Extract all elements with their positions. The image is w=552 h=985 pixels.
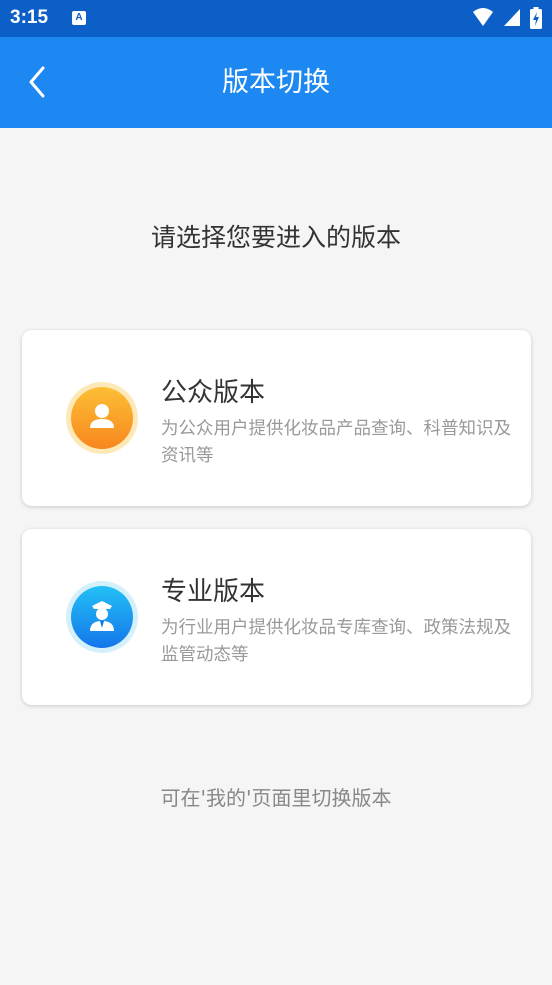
card-title: 公众版本 — [161, 378, 266, 408]
battery-icon — [530, 7, 542, 29]
officer-icon — [66, 581, 138, 653]
status-bar: 3:15 A — [0, 0, 552, 37]
status-time: 3:15 — [10, 7, 49, 28]
professional-version-card[interactable]: 专业版本 为行业用户提供化妆品专库查询、政策法规及监管动态等 — [22, 529, 531, 705]
status-icons — [468, 7, 542, 29]
chevron-left-icon — [29, 66, 45, 98]
card-title: 专业版本 — [161, 577, 266, 607]
version-prompt: 请选择您要进入的版本 — [150, 223, 401, 252]
switch-version-hint: 可在'我的'页面里切换版本 — [160, 786, 392, 810]
app-bar: 版本切换 — [0, 37, 552, 128]
public-version-card[interactable]: 公众版本 为公众用户提供化妆品产品查询、科普知识及资讯等 — [22, 330, 531, 506]
card-description: 为公众用户提供化妆品产品查询、科普知识及资讯等 — [161, 419, 511, 466]
signal-icon — [503, 9, 520, 26]
person-icon — [66, 382, 138, 454]
notification-a-icon: A — [72, 11, 86, 25]
wifi-icon — [472, 8, 493, 26]
page-title: 版本切换 — [222, 67, 330, 98]
card-description: 为行业用户提供化妆品专库查询、政策法规及监管动态等 — [161, 618, 511, 665]
back-button[interactable] — [14, 59, 60, 105]
